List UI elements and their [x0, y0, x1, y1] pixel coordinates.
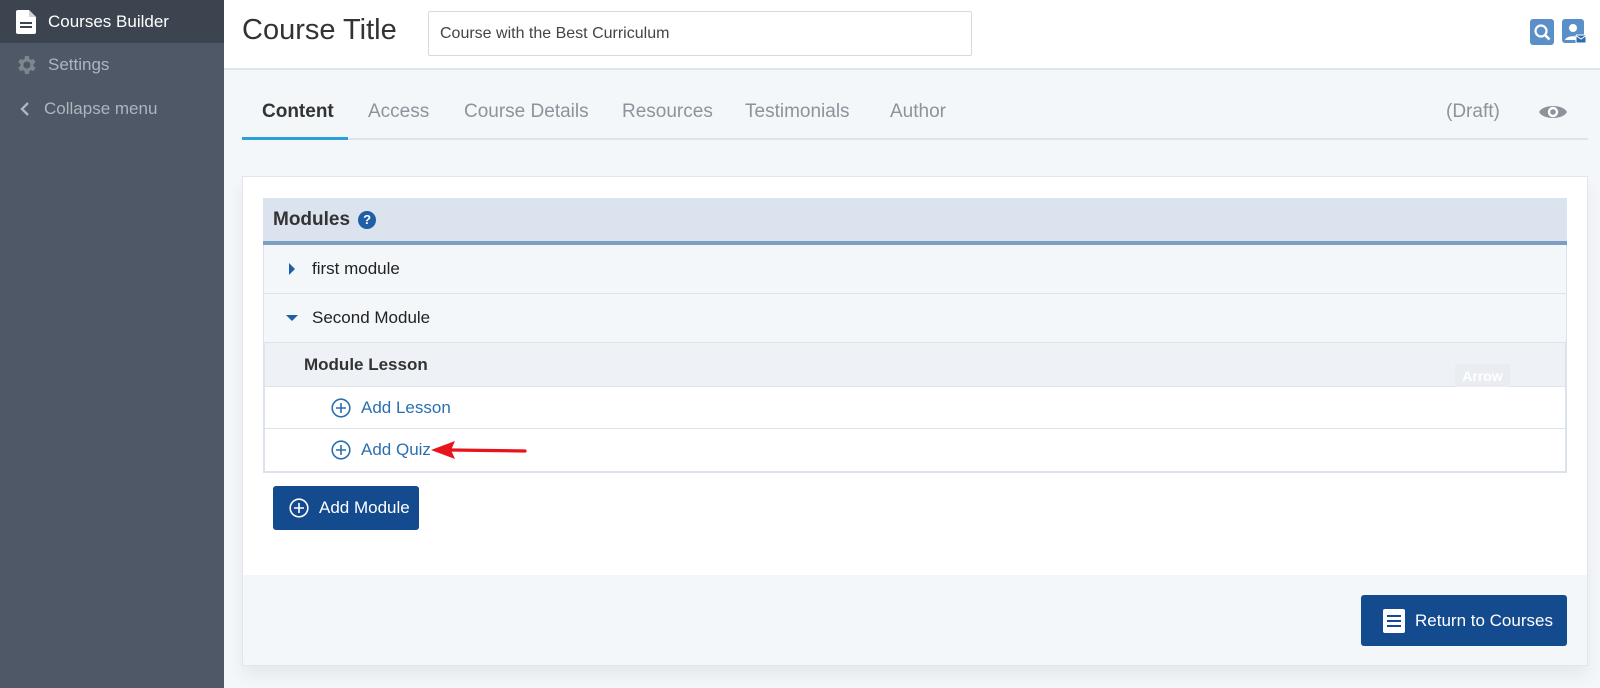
- plus-circle-icon: [331, 440, 351, 460]
- tab-bar: Content Access Course Details Resources …: [242, 88, 1588, 140]
- modules-heading: Modules: [273, 208, 351, 230]
- tab-access[interactable]: Access: [368, 88, 429, 140]
- content-card: Modules ? first module Second Module Mod…: [242, 176, 1588, 666]
- return-to-courses-button[interactable]: Return to Courses: [1361, 595, 1567, 646]
- chevron-left-icon: [18, 97, 32, 121]
- module-lesson-heading: Module Lesson: [304, 354, 428, 374]
- annotation-arrow-icon: [429, 439, 529, 461]
- sidebar-item-label: Collapse menu: [44, 99, 158, 118]
- sidebar-item-label: Courses Builder: [48, 11, 169, 31]
- tab-content[interactable]: Content: [242, 88, 348, 140]
- sidebar-item-label: Settings: [48, 55, 110, 74]
- module-row-second[interactable]: Second Module: [263, 294, 1567, 343]
- add-quiz-label: Add Quiz: [361, 440, 431, 459]
- module-lesson-header: Module Lesson Arrow: [265, 343, 1565, 388]
- modules-header: Modules ?: [263, 198, 1567, 245]
- gear-icon: [14, 53, 38, 77]
- page-title: Course Title: [242, 14, 397, 46]
- tab-course-details[interactable]: Course Details: [464, 88, 589, 140]
- add-lesson-link[interactable]: Add Lesson: [265, 387, 1565, 429]
- page-header: Course Title: [224, 0, 1600, 70]
- help-icon[interactable]: ?: [358, 210, 377, 229]
- tooltip: Arrow: [1455, 364, 1510, 388]
- document-icon: [14, 9, 38, 34]
- module-label: Second Module: [312, 308, 431, 327]
- plus-circle-icon: [331, 397, 351, 418]
- list-icon: [1383, 608, 1405, 633]
- caret-right-icon[interactable]: [282, 263, 302, 275]
- tab-testimonials[interactable]: Testimonials: [745, 88, 850, 140]
- course-title-input[interactable]: [428, 11, 972, 56]
- sidebar-item-courses-builder[interactable]: Courses Builder: [0, 0, 224, 43]
- modules-panel: Modules ? first module Second Module Mod…: [263, 198, 1567, 473]
- module-label: first module: [312, 259, 400, 278]
- module-row-first[interactable]: first module: [263, 245, 1567, 294]
- caret-down-icon[interactable]: [282, 314, 302, 322]
- add-module-label: Add Module: [319, 498, 410, 517]
- sidebar-item-settings[interactable]: Settings: [0, 43, 224, 87]
- sidebar-item-collapse-menu[interactable]: Collapse menu: [0, 87, 224, 131]
- sidebar: Courses Builder Settings Collapse menu: [0, 0, 224, 688]
- search-icon[interactable]: [1530, 19, 1554, 45]
- tab-author[interactable]: Author: [890, 88, 946, 140]
- return-to-courses-label: Return to Courses: [1415, 610, 1553, 630]
- plus-circle-icon: [289, 498, 309, 518]
- module-lesson-section: Module Lesson Arrow Add Lesson Add Quiz: [263, 343, 1567, 473]
- add-module-button[interactable]: Add Module: [273, 486, 419, 530]
- user-profile-icon[interactable]: [1562, 19, 1587, 45]
- add-quiz-link[interactable]: Add Quiz: [265, 429, 1565, 471]
- eye-icon[interactable]: [1538, 100, 1568, 124]
- add-lesson-label: Add Lesson: [361, 397, 451, 417]
- tab-resources[interactable]: Resources: [622, 88, 713, 140]
- status-badge: (Draft): [1446, 101, 1500, 122]
